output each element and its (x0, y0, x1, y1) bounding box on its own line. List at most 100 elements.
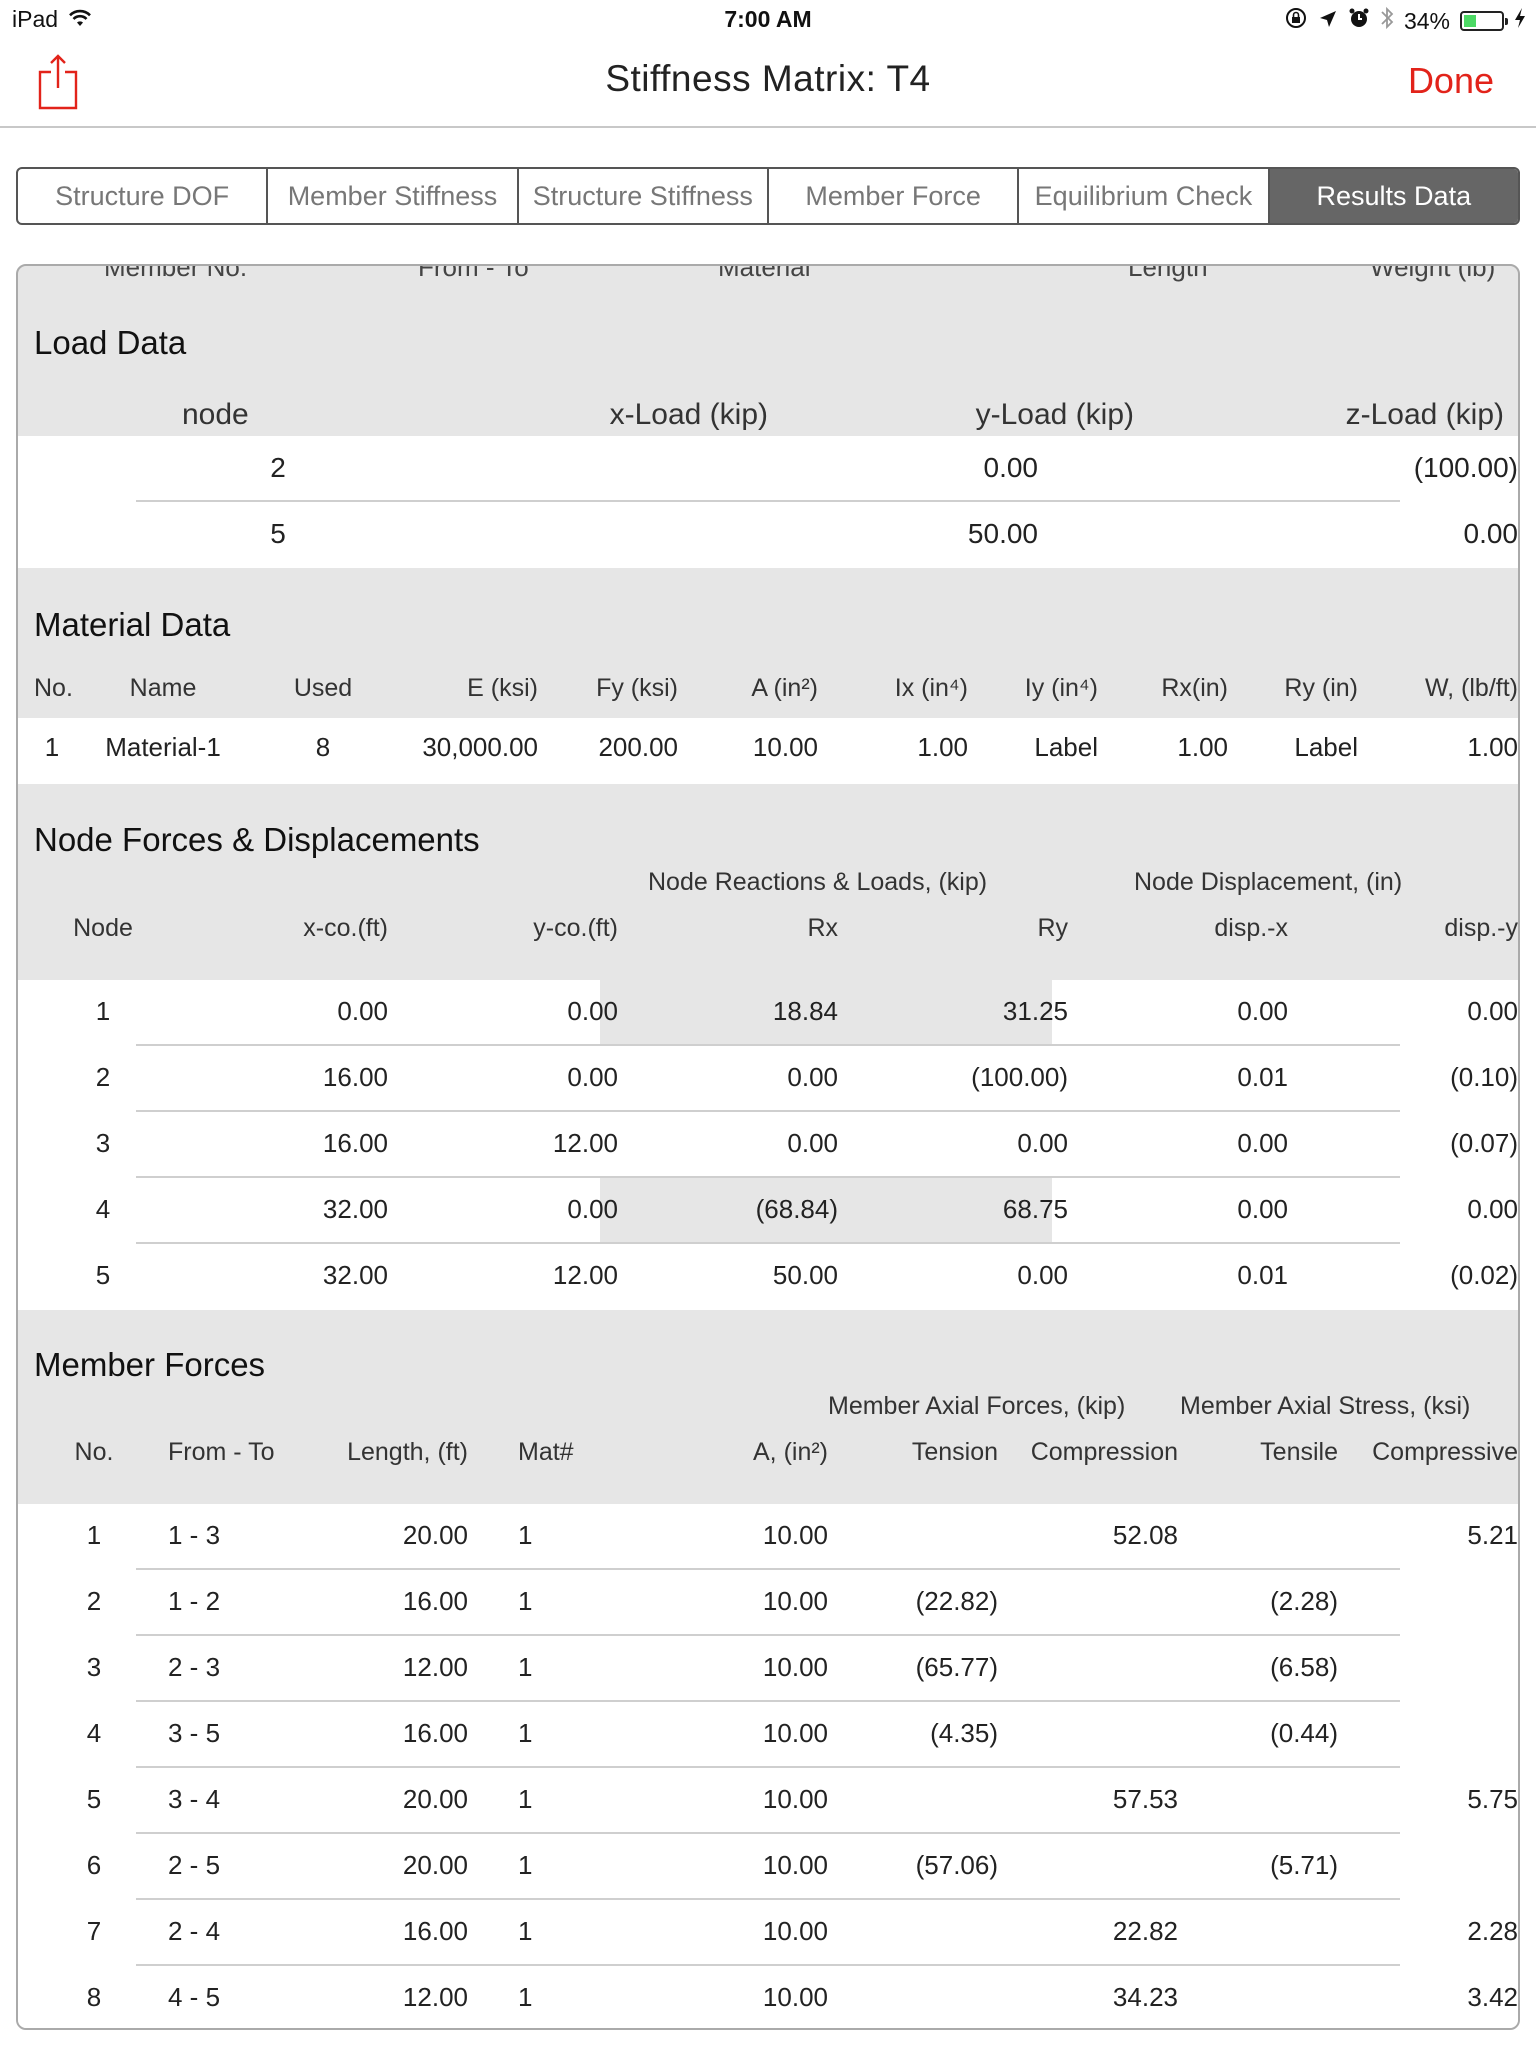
node-cell: 4 (95, 1194, 111, 1224)
load-row-1-y: 0.00 (983, 452, 1039, 483)
node-cell: 1 (95, 996, 111, 1026)
tab-structure-dof[interactable]: Structure DOF (18, 169, 269, 223)
tab-bar: Structure DOF Member Stiffness Structure… (16, 167, 1520, 225)
battery-level (1464, 15, 1477, 27)
member-cell: 2.28 (1467, 1916, 1518, 1946)
row-separator (136, 1634, 1400, 1636)
member-cell: 1 (518, 1784, 533, 1814)
member-cell: 2 - 4 (168, 1916, 221, 1946)
tab-results-data[interactable]: Results Data (1269, 169, 1518, 223)
node-cell: 0.00 (1017, 1260, 1068, 1290)
material-header-cell: W, (lb/ft) (1424, 674, 1518, 702)
done-button[interactable]: Done (1408, 60, 1494, 102)
material-header-cell: No. (34, 674, 73, 702)
material-header-cell: A (in²) (751, 674, 818, 702)
member-cell: 22.82 (1112, 1916, 1178, 1946)
member-cell: 2 - 5 (168, 1850, 221, 1880)
member-cell: 10.00 (762, 1850, 828, 1880)
member-cell: 57.53 (1112, 1784, 1178, 1814)
node-header-cell: Rx (807, 914, 838, 942)
material-header-cell: E (ksi) (467, 674, 538, 702)
material-cell: Label (1294, 732, 1358, 762)
node-cell: (0.10) (1450, 1062, 1518, 1092)
member-header-cell: A, (in²) (753, 1438, 828, 1466)
node-cell: 12.00 (552, 1260, 618, 1290)
member-cell: 5.75 (1467, 1784, 1518, 1814)
results-scroll-view[interactable]: Member No. From - To Material Length Wei… (16, 264, 1520, 2030)
tab-equilibrium-check[interactable]: Equilibrium Check (1019, 169, 1270, 223)
member-cell: (2.28) (1270, 1586, 1338, 1616)
material-data-title: Material Data (34, 606, 231, 643)
member-cell: 1 - 2 (168, 1586, 221, 1616)
tab-member-force[interactable]: Member Force (769, 169, 1020, 223)
member-cell: 3.42 (1467, 1982, 1518, 2012)
navigation-bar: Stiffness Matrix: T4 Done (0, 40, 1536, 128)
material-header-cell: Fy (ksi) (596, 674, 678, 702)
member-cell: 10.00 (762, 1916, 828, 1946)
node-cell: 32.00 (322, 1260, 388, 1290)
member-cell: 1 (518, 1586, 533, 1616)
node-cell: 68.75 (1002, 1194, 1068, 1224)
member-cell: (65.77) (915, 1652, 998, 1682)
cut-off-header-row: Member No. From - To Material Length Wei… (18, 264, 1518, 282)
alarm-icon (1348, 7, 1370, 35)
member-cell: 12.00 (402, 1982, 468, 2012)
load-row-2-z: 0.00 (1463, 518, 1519, 549)
row-separator (136, 1044, 1400, 1046)
node-cell: 50.00 (772, 1260, 838, 1290)
member-cell: 16.00 (402, 1916, 468, 1946)
member-forces-title: Member Forces (34, 1346, 266, 1383)
load-header-node: node (182, 398, 249, 431)
material-header-cell: Ry (in) (1284, 674, 1358, 702)
tab-structure-stiffness[interactable]: Structure Stiffness (519, 169, 769, 223)
node-cell: (100.00) (971, 1062, 1068, 1092)
load-data-table: 2 0.00 (100.00) 5 50.00 0.00 (18, 436, 1518, 568)
member-cell: 3 - 5 (168, 1718, 221, 1748)
member-forces-table: 1 1 - 3 20.00 1 10.00 52.08 5.21 2 1 - 2 16.00 1 10… (18, 1504, 1518, 2028)
row-separator (136, 1242, 1400, 1244)
battery-percent: 34% (1403, 7, 1450, 34)
cut-header-from-to: From - To (418, 264, 529, 282)
member-cell: 34.23 (1112, 1982, 1178, 2012)
node-cell: 31.25 (1002, 996, 1068, 1026)
member-cell: 2 (86, 1586, 102, 1616)
node-cell: 2 (95, 1062, 111, 1092)
member-cell: 5 (86, 1784, 102, 1814)
member-header-cell: Compressive (1372, 1438, 1518, 1466)
row-separator (136, 1964, 1400, 1966)
member-forces-group-header: Member Axial Forces, (kip) (828, 1392, 1126, 1420)
node-cell: 16.00 (322, 1128, 388, 1158)
member-cell: 1 (518, 1916, 533, 1946)
cut-header-member-no: Member No. (104, 264, 248, 282)
member-cell: 16.00 (402, 1718, 468, 1748)
tab-member-stiffness[interactable]: Member Stiffness (268, 169, 519, 223)
member-header-cell: From - To (168, 1438, 275, 1466)
material-cell: Material-1 (105, 732, 221, 762)
material-cell: 1.00 (917, 732, 968, 762)
node-cell: 0.00 (1467, 996, 1518, 1026)
charging-icon (1514, 7, 1526, 35)
member-cell: 10.00 (762, 1784, 828, 1814)
node-header-cell: x-co.(ft) (303, 914, 388, 942)
member-header-cell: Compression (1030, 1438, 1178, 1466)
load-row-2-y: 50.00 (967, 518, 1038, 549)
member-cell: 20.00 (402, 1520, 468, 1550)
node-cell: 0.00 (567, 1194, 618, 1224)
node-cell: 0.00 (1237, 996, 1288, 1026)
node-cell: (68.84) (755, 1194, 838, 1224)
row-separator (136, 1568, 1400, 1570)
material-cell: 30,000.00 (422, 732, 538, 762)
material-cell: 1.00 (1177, 732, 1228, 762)
member-cell: 16.00 (402, 1586, 468, 1616)
node-cell: 0.00 (1467, 1194, 1518, 1224)
member-cell: 1 (518, 1652, 533, 1682)
member-cell: 10.00 (762, 1652, 828, 1682)
load-header-y: y-Load (kip) (975, 398, 1134, 431)
member-cell: 10.00 (762, 1718, 828, 1748)
member-stress-group-header: Member Axial Stress, (ksi) (1180, 1392, 1471, 1420)
cut-header-material: Material (718, 264, 811, 282)
member-cell: (22.82) (915, 1586, 998, 1616)
load-header-z: z-Load (kip) (1345, 398, 1504, 431)
material-header-cell: Rx(in) (1161, 674, 1228, 702)
member-cell: 6 (86, 1850, 102, 1880)
